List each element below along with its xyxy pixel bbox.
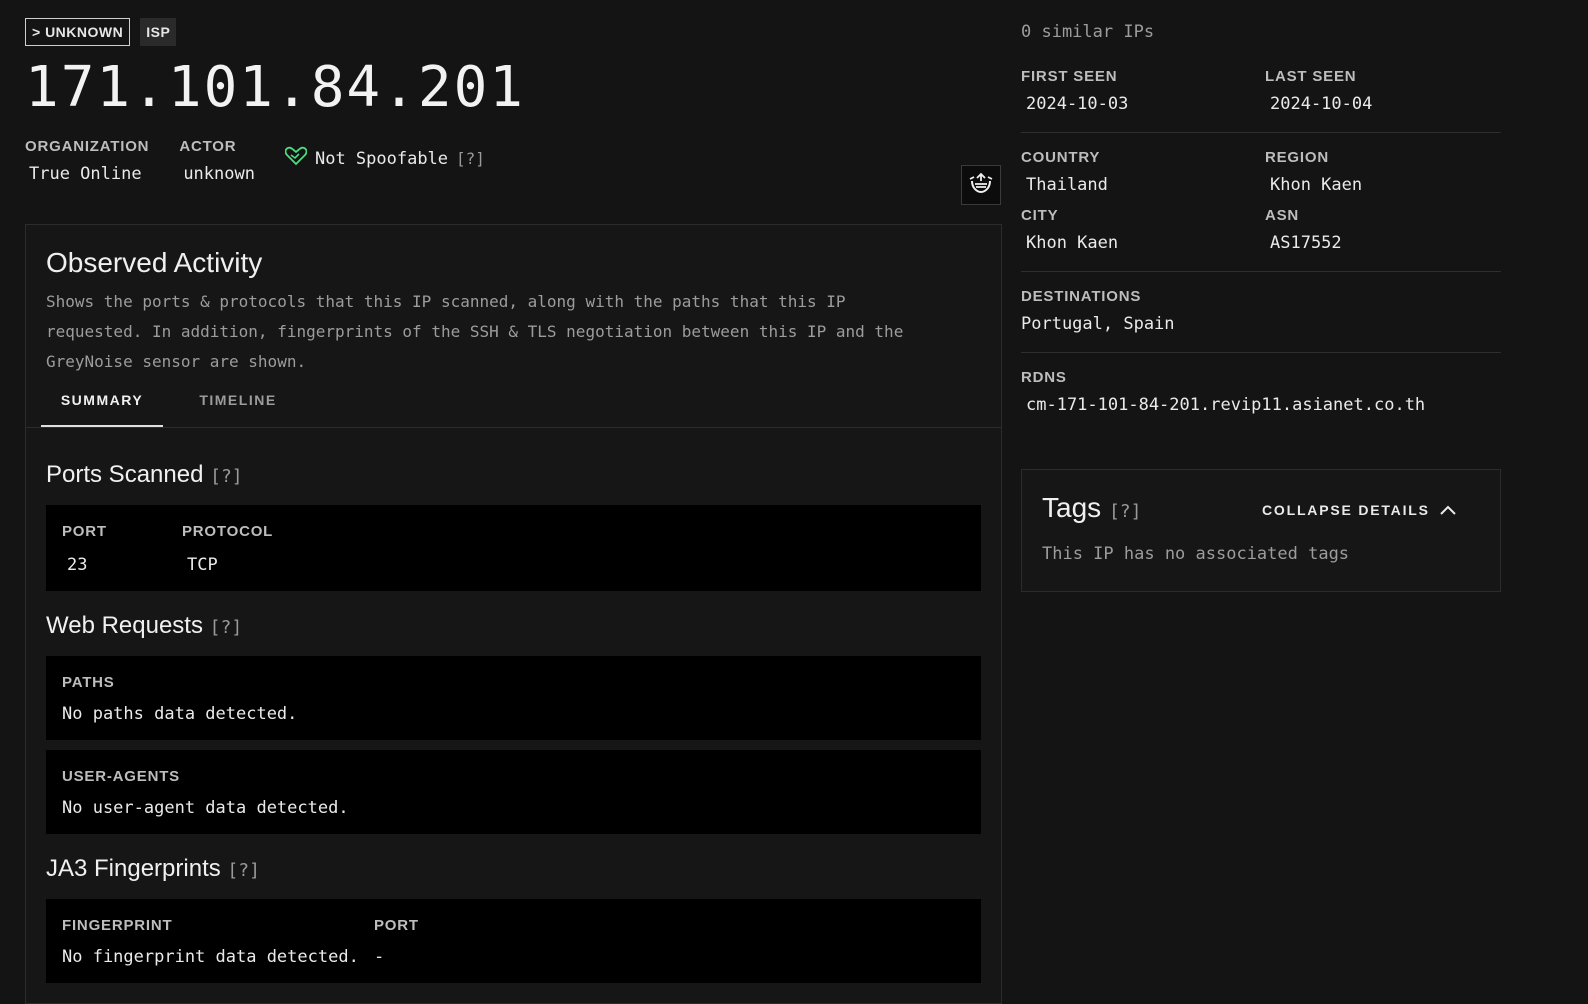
paths-box: PATHS No paths data detected. — [46, 656, 981, 740]
first-seen-label: FIRST SEEN — [1021, 68, 1118, 85]
chevron-up-icon — [1440, 502, 1456, 518]
destinations-value: Portugal, Spain — [1021, 314, 1175, 334]
observed-activity-panel: Observed Activity Shows the ports & prot… — [25, 224, 1002, 1004]
ja3-port-cell: - — [374, 947, 385, 967]
ports-scanned-heading: Ports Scanned — [46, 461, 204, 488]
ja3-help[interactable]: [?] — [227, 860, 260, 881]
country-value[interactable]: Thailand — [1021, 175, 1265, 195]
city-label: CITY — [1021, 207, 1059, 224]
last-seen-field: LAST SEEN 2024-10-04 — [1265, 68, 1501, 114]
location-grid: COUNTRY Thailand REGION Khon Kaen CITY K… — [1021, 149, 1501, 253]
classification-badge[interactable]: > UNKNOWN — [25, 18, 131, 46]
asn-value[interactable]: AS17552 — [1265, 233, 1501, 253]
tags-panel: Tags [?] COLLAPSE DETAILS This IP has no… — [1021, 469, 1501, 592]
first-seen-value: 2024-10-03 — [1026, 94, 1129, 114]
region-value: Khon Kaen — [1270, 175, 1363, 195]
ja3-title: JA3 Fingerprints [?] — [46, 855, 260, 883]
city-value: Khon Kaen — [1026, 233, 1119, 253]
paths-label: PATHS — [62, 674, 115, 691]
ip-address: 171.101.84.201 — [25, 55, 526, 120]
tab-summary[interactable]: SUMMARY — [41, 387, 163, 427]
web-requests-heading: Web Requests — [46, 612, 203, 639]
activity-title: Observed Activity — [46, 247, 263, 278]
actor-value[interactable]: unknown — [179, 164, 255, 184]
rdns-value: cm-171-101-84-201.revip11.asianet.co.th — [1026, 395, 1426, 415]
protocol-cell: TCP — [187, 555, 218, 575]
organization-label: ORGANIZATION — [25, 138, 150, 155]
ja3-heading: JA3 Fingerprints — [46, 855, 221, 882]
ip-header: > UNKNOWN ISP 171.101.84.201 ORGANIZATIO… — [25, 18, 1002, 184]
rdns-field: RDNS cm-171-101-84-201.revip11.asianet.c… — [1021, 369, 1501, 415]
port-cell[interactable]: 23 — [67, 555, 87, 575]
type-badge: ISP — [140, 18, 177, 46]
actor-field: ACTOR unknown — [179, 138, 255, 184]
divider — [1021, 352, 1501, 353]
last-seen-label: LAST SEEN — [1265, 68, 1357, 85]
region-label: REGION — [1265, 149, 1329, 166]
ja3-port-column-header: PORT — [374, 917, 419, 934]
greynoise-logo-icon — [968, 171, 994, 199]
city-field: CITY Khon Kaen — [1021, 207, 1265, 253]
similar-ips-link[interactable]: 0 similar IPs — [1021, 22, 1501, 42]
rdns-label: RDNS — [1021, 369, 1067, 386]
protocol-column-header: PROTOCOL — [182, 523, 274, 540]
asn-field: ASN AS17552 — [1265, 207, 1501, 253]
destinations-label: DESTINATIONS — [1021, 288, 1142, 305]
destinations-field: DESTINATIONS Portugal, Spain — [1021, 288, 1501, 334]
ip-details-sidebar: 0 similar IPs FIRST SEEN 2024-10-03 LAST… — [1021, 18, 1501, 415]
country-label: COUNTRY — [1021, 149, 1101, 166]
organization-field: ORGANIZATION True Online — [25, 138, 149, 184]
first-seen-field: FIRST SEEN 2024-10-03 — [1021, 68, 1265, 114]
user-agents-box: USER-AGENTS No user-agent data detected. — [46, 750, 981, 834]
tags-heading: Tags — [1042, 492, 1102, 523]
seen-dates: FIRST SEEN 2024-10-03 LAST SEEN 2024-10-… — [1021, 68, 1501, 114]
actor-label: ACTOR — [179, 138, 237, 155]
country-field: COUNTRY Thailand — [1021, 149, 1265, 195]
no-tags-message: This IP has no associated tags — [1042, 544, 1350, 564]
region-field: REGION Khon Kaen — [1265, 149, 1501, 195]
fingerprint-cell: No fingerprint data detected. — [62, 947, 359, 967]
collapse-details-button[interactable]: COLLAPSE DETAILS — [1262, 502, 1456, 518]
tags-title: Tags [?] — [1042, 492, 1141, 524]
activity-tabs: SUMMARY TIMELINE — [26, 387, 1001, 428]
web-requests-help[interactable]: [?] — [210, 617, 243, 638]
user-agents-value: No user-agent data detected. — [62, 798, 349, 818]
ports-table: PORT PROTOCOL 23 TCP — [46, 505, 981, 591]
meta-row: ORGANIZATION True Online ACTOR unknown N… — [25, 138, 1002, 184]
handshake-icon — [284, 146, 308, 171]
organization-value[interactable]: True Online — [25, 164, 149, 184]
collapse-details-label: COLLAPSE DETAILS — [1262, 502, 1430, 518]
divider — [1021, 132, 1501, 133]
ja3-table: FINGERPRINT PORT No fingerprint data det… — [46, 899, 981, 983]
greynoise-logo-button[interactable] — [961, 165, 1001, 205]
asn-label: ASN — [1265, 207, 1300, 224]
badge-row: > UNKNOWN ISP — [25, 18, 1002, 46]
spoofable-status: Not Spoofable [?] — [284, 146, 485, 171]
paths-value: No paths data detected. — [62, 704, 298, 724]
port-column-header: PORT — [62, 523, 107, 540]
fingerprint-column-header: FINGERPRINT — [62, 917, 173, 934]
tags-help[interactable]: [?] — [1109, 501, 1142, 522]
ports-scanned-help[interactable]: [?] — [210, 466, 243, 487]
last-seen-value: 2024-10-04 — [1270, 94, 1373, 114]
spoofable-text: Not Spoofable — [314, 148, 449, 169]
ports-scanned-title: Ports Scanned [?] — [46, 461, 243, 489]
activity-description: Shows the ports & protocols that this IP… — [46, 292, 904, 371]
spoofable-help[interactable]: [?] — [456, 149, 485, 168]
tab-timeline[interactable]: TIMELINE — [188, 387, 288, 427]
divider — [1021, 271, 1501, 272]
web-requests-title: Web Requests [?] — [46, 612, 242, 640]
user-agents-label: USER-AGENTS — [62, 768, 180, 785]
